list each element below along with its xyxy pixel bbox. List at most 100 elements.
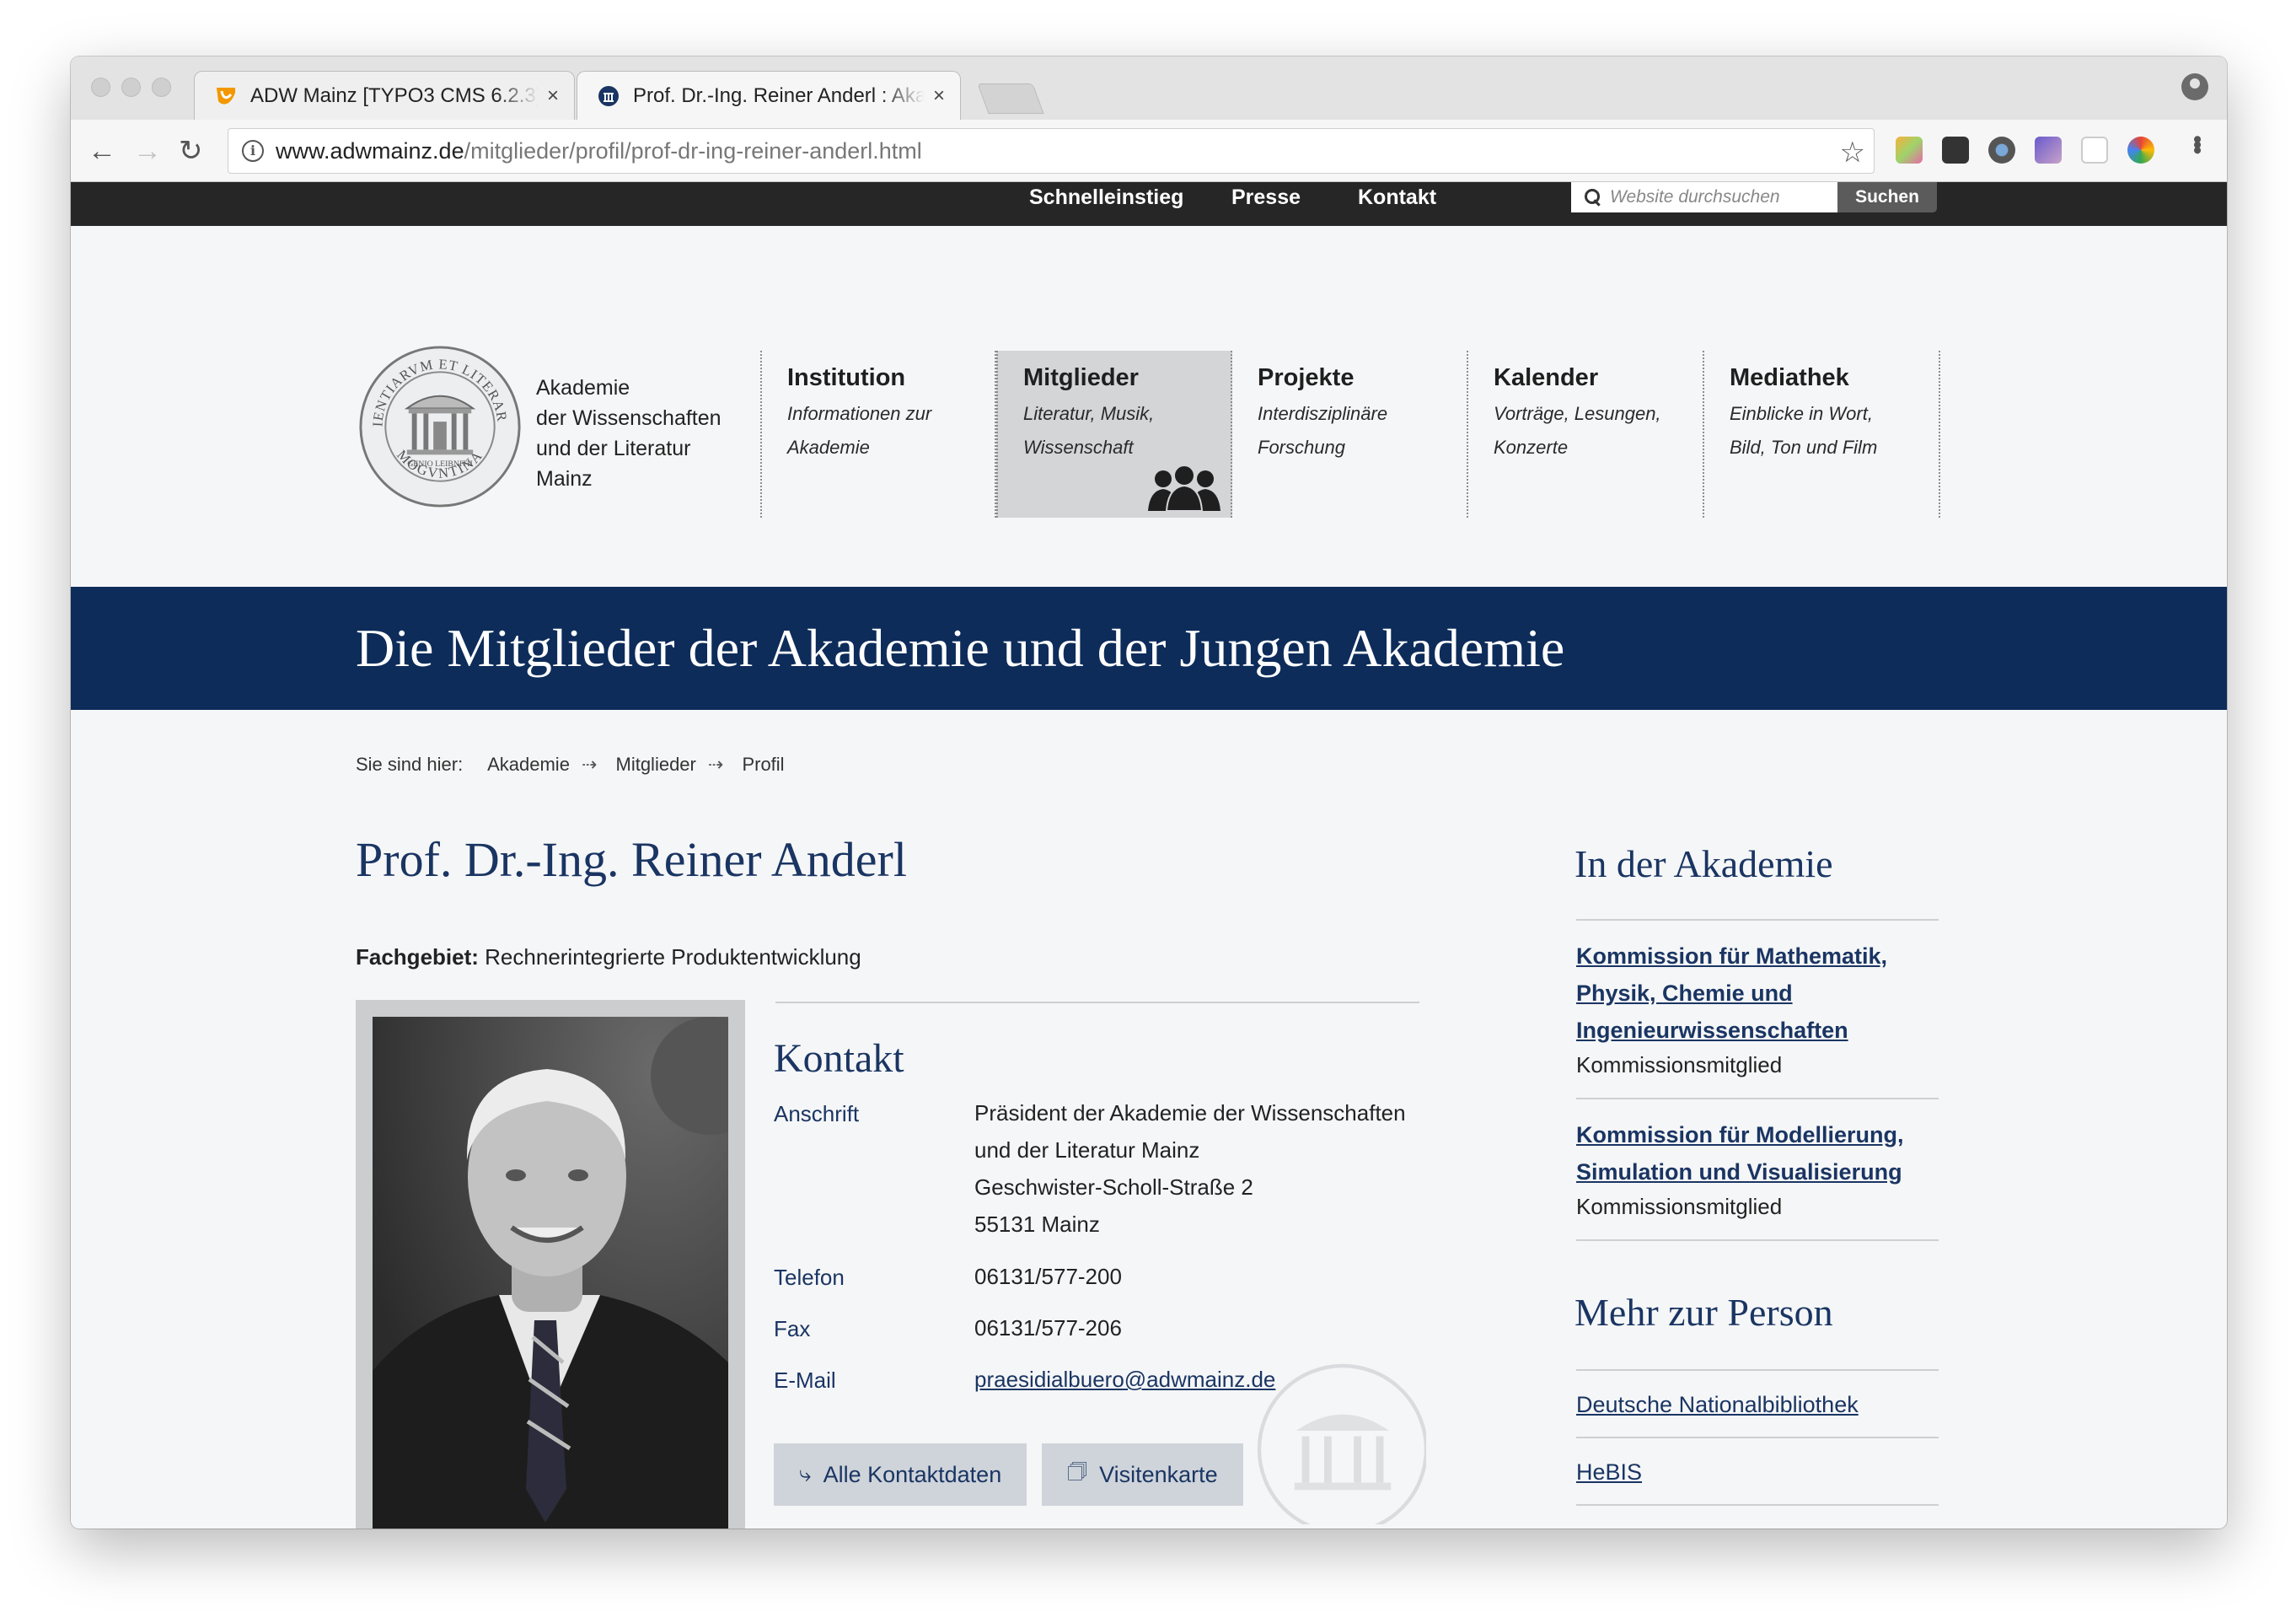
link-presse[interactable]: Presse xyxy=(1231,182,1301,212)
tab-typo3[interactable]: ADW Mainz [TYPO3 CMS 6.2.3] × xyxy=(194,71,575,120)
academy-favicon-icon xyxy=(596,83,621,109)
all-contact-data-button[interactable]: ⤷ Alle Kontaktdaten xyxy=(774,1443,1027,1506)
members-group-icon xyxy=(1148,465,1220,512)
address-label: Anschrift xyxy=(774,1101,860,1126)
business-card-button[interactable]: 🗇 Visitenkarte xyxy=(1042,1443,1243,1506)
button-label: Visitenkarte xyxy=(1099,1461,1218,1487)
site-info-icon[interactable]: i xyxy=(242,140,264,162)
hebis-link[interactable]: HeBIS xyxy=(1576,1453,1947,1491)
extension-cube-icon[interactable] xyxy=(1896,137,1923,164)
search-button[interactable]: Suchen xyxy=(1837,182,1937,212)
address-value: Präsident der Akademie der Wissenschafte… xyxy=(974,1094,1406,1243)
tab-close-icon[interactable]: × xyxy=(933,84,945,108)
tab-profile[interactable]: Prof. Dr.-Ing. Reiner Anderl : Akademie … xyxy=(577,71,961,120)
tab-title: ADW Mainz [TYPO3 CMS 6.2.3] xyxy=(250,83,539,107)
extension-page-icon[interactable] xyxy=(2081,137,2108,164)
tab-close-icon[interactable]: × xyxy=(547,84,559,108)
extension-circle-icon[interactable] xyxy=(1988,137,2015,164)
arrow-turn-icon: ⤷ xyxy=(799,1461,812,1486)
browser-toolbar: ← → ↻ i www.adwmainz.de/mitglieder/profi… xyxy=(71,120,2227,182)
maximize-window-button[interactable] xyxy=(152,78,171,97)
browser-window: ADW Mainz [TYPO3 CMS 6.2.3] × Prof. Dr.-… xyxy=(71,56,2227,1529)
nav-title: Institution xyxy=(787,364,906,391)
divider xyxy=(1576,1504,1939,1506)
phone-value: 06131/577-200 xyxy=(974,1264,1122,1289)
forward-arrow-icon[interactable]: → xyxy=(133,134,162,168)
commission-link[interactable]: Kommission für Modellierung, Simulation … xyxy=(1576,1116,1947,1190)
nav-description: Interdisziplinäre Forschung xyxy=(1258,403,1388,458)
fax-value: 06131/577-206 xyxy=(974,1315,1122,1341)
reload-icon[interactable]: ↻ xyxy=(179,134,203,168)
academy-seal-logo[interactable]: SCIENTIARVM ET LITERARVM MOGVNTINA GENIO… xyxy=(357,344,523,509)
field-of-expertise: Fachgebiet: Rechnerintegrierte Produkten… xyxy=(356,944,861,970)
nav-description: Literatur, Musik, Wissenschaft xyxy=(1023,403,1155,458)
extension-jb-icon[interactable] xyxy=(1942,137,1969,164)
dnb-link[interactable]: Deutsche Nationalbibliothek xyxy=(1576,1386,1947,1423)
link-schnelleinstieg[interactable]: Schnelleinstieg xyxy=(1029,182,1183,212)
divider xyxy=(1576,1369,1939,1371)
seal-watermark xyxy=(1257,1363,1426,1524)
button-label: Alle Kontaktdaten xyxy=(823,1461,1002,1487)
nav-title: Projekte xyxy=(1258,364,1355,391)
fax-label: Fax xyxy=(774,1316,811,1341)
address-line: Geschwister-Scholl-Straße 2 xyxy=(974,1174,1253,1200)
breadcrumb-prefix: Sie sind hier: xyxy=(356,754,464,775)
site-search-input[interactable]: Website durchsuchen xyxy=(1571,182,1837,212)
url-text: www.adwmainz.de/mitglieder/profil/prof-d… xyxy=(276,137,922,164)
address-line: und der Literatur Mainz xyxy=(974,1137,1200,1163)
address-line: 55131 Mainz xyxy=(974,1212,1100,1237)
nav-title: Mediathek xyxy=(1730,364,1849,391)
link-kontakt[interactable]: Kontakt xyxy=(1358,182,1436,212)
nav-mitglieder[interactable]: Mitglieder Literatur, Musik, Wissenschaf… xyxy=(996,351,1232,518)
commission-role: Kommissionsmitglied xyxy=(1576,1194,1783,1219)
utility-bar: Schnelleinstieg Presse Kontakt Website d… xyxy=(71,182,2227,226)
search-icon xyxy=(1585,189,1601,206)
divider xyxy=(1576,1239,1939,1241)
nav-description: Informationen zur Akademie xyxy=(787,403,932,458)
academy-name[interactable]: Akademie der Wissenschaften und der Lite… xyxy=(536,373,722,494)
tab-strip: ADW Mainz [TYPO3 CMS 6.2.3] × Prof. Dr.-… xyxy=(71,56,2227,120)
breadcrumb: Sie sind hier: Akademie ⇢ Mitglieder ⇢ Pro… xyxy=(356,754,793,776)
portrait-photo xyxy=(373,1017,728,1529)
portrait-frame xyxy=(356,1000,745,1529)
nav-mediathek[interactable]: Mediathek Einblicke in Wort, Bild, Ton u… xyxy=(1704,351,1940,518)
nav-institution[interactable]: Institution Informationen zur Akademie xyxy=(760,351,996,518)
extension-image-icon[interactable] xyxy=(2035,137,2062,164)
close-window-button[interactable] xyxy=(91,78,110,97)
org-name-line: Mainz xyxy=(536,467,593,491)
org-name-line: und der Literatur xyxy=(536,437,691,460)
commission-role: Kommissionsmitglied xyxy=(1576,1052,1783,1077)
nav-description: Vorträge, Lesungen, Konzerte xyxy=(1494,403,1661,458)
divider xyxy=(1576,1437,1939,1438)
breadcrumb-separator: ⇢ xyxy=(707,754,724,775)
divider xyxy=(1576,919,1939,921)
browser-menu-icon[interactable]: ••• xyxy=(2183,135,2211,152)
extension-color-icon[interactable] xyxy=(2127,137,2154,164)
page-title: Prof. Dr.-Ing. Reiner Anderl xyxy=(356,832,907,887)
typo3-favicon-icon xyxy=(213,83,239,109)
breadcrumb-item[interactable]: Akademie xyxy=(487,754,570,775)
seal-center-text: GENIO LEIBNITII xyxy=(407,459,473,469)
breadcrumb-item[interactable]: Mitglieder xyxy=(616,754,696,775)
org-name-line: der Wissenschaften xyxy=(536,406,722,430)
profile-icon[interactable] xyxy=(2181,73,2208,100)
in-academy-heading: In der Akademie xyxy=(1574,842,1833,885)
phone-label: Telefon xyxy=(774,1265,845,1290)
breadcrumb-separator: ⇢ xyxy=(581,754,598,775)
nav-kalender[interactable]: Kalender Vorträge, Lesungen, Konzerte xyxy=(1468,351,1704,518)
webpage: Schnelleinstieg Presse Kontakt Website d… xyxy=(71,182,2227,1529)
minimize-window-button[interactable] xyxy=(121,78,141,97)
commission-link[interactable]: Kommission für Mathematik, Physik, Chemi… xyxy=(1576,938,1947,1049)
bookmark-star-icon[interactable]: ☆ xyxy=(1840,136,1865,169)
divider xyxy=(1576,1098,1939,1099)
tab-title: Prof. Dr.-Ing. Reiner Anderl : Akademie … xyxy=(633,83,925,107)
nav-projekte[interactable]: Projekte Interdisziplinäre Forschung xyxy=(1232,351,1468,518)
new-tab-button[interactable] xyxy=(977,83,1044,114)
vcard-icon: 🗇 xyxy=(1067,1459,1088,1484)
breadcrumb-item[interactable]: Profil xyxy=(742,754,784,775)
field-value: Rechnerintegrierte Produktentwicklung xyxy=(485,944,861,970)
email-label: E-Mail xyxy=(774,1368,836,1393)
email-link[interactable]: praesidialbuero@adwmainz.de xyxy=(974,1361,1275,1398)
address-bar[interactable]: i www.adwmainz.de/mitglieder/profil/prof… xyxy=(228,128,1875,174)
back-arrow-icon[interactable]: ← xyxy=(88,134,116,168)
